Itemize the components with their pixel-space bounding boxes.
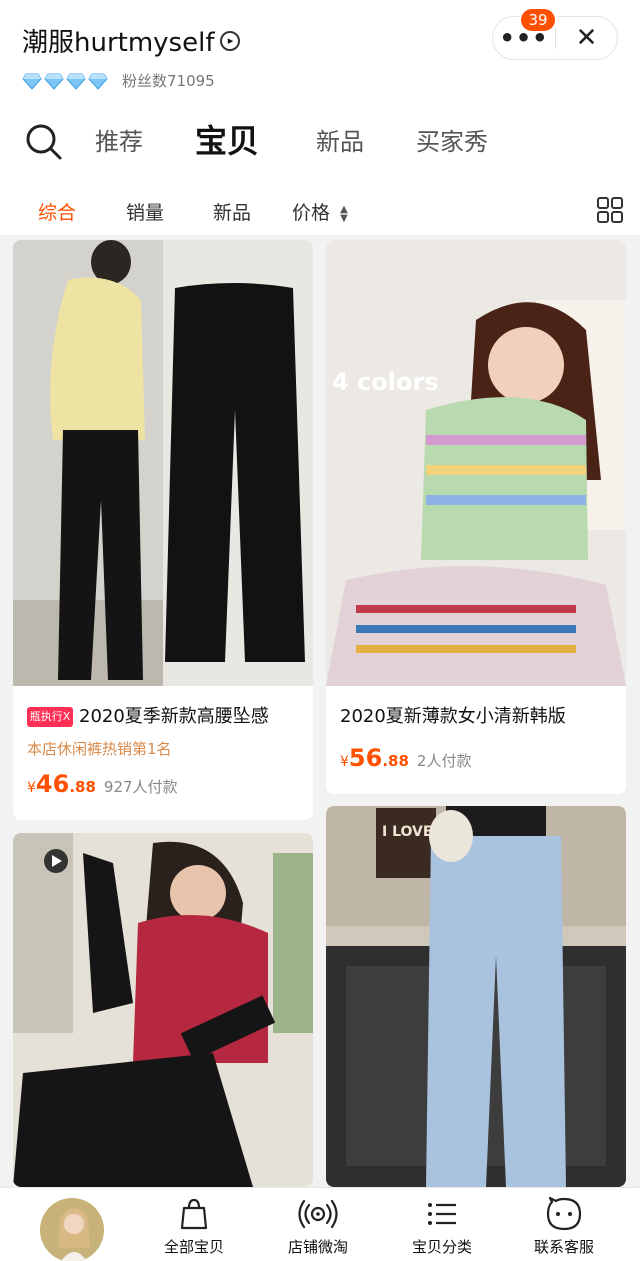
filter-sales[interactable]: 销量 [126, 198, 164, 225]
sort-arrows-icon: ▲ ▼ [340, 203, 348, 224]
notification-badge: 39 [519, 7, 557, 33]
diamond-icon [22, 73, 42, 90]
product-card[interactable]: 瓶执行X 2020夏季新款高腰坠感 本店休闲裤热销第1名 ¥46 .88 927人… [13, 240, 313, 820]
tab-buyer-show[interactable]: 买家秀 [416, 122, 488, 157]
price-integer: 46 [35, 770, 70, 798]
product-card[interactable]: I LOVE [326, 806, 626, 1187]
filter-general[interactable]: 综合 [38, 198, 76, 225]
shop-name-text: 潮服hurtmyself [22, 28, 215, 58]
product-rank-label: 本店休闲裤热销第1名 [27, 740, 172, 758]
filter-price-label: 价格 [292, 202, 331, 224]
paid-count: 927人付款 [103, 778, 178, 796]
tabbar-categories[interactable]: 宝贝分类 [382, 1196, 502, 1257]
tabbar-customer-service[interactable]: 联系客服 [504, 1196, 624, 1257]
shopping-bag-icon [180, 1198, 208, 1230]
product-image: I LOVE [326, 806, 626, 1187]
tabbar-label: 店铺微淘 [287, 1238, 348, 1256]
sort-filters: 综合 销量 新品 价格 ▲ ▼ [0, 190, 640, 230]
search-icon[interactable] [24, 122, 64, 162]
tab-recommend[interactable]: 推荐 [95, 122, 143, 157]
product-image [13, 240, 313, 686]
broadcast-icon [298, 1199, 338, 1229]
shop-header: 潮服hurtmyself ▸ 粉丝数71095 ••• ✕ 39 推荐 宝贝 新… [0, 0, 640, 235]
shop-tabs: 推荐 宝贝 新品 买家秀 [0, 112, 640, 168]
avatar-image [40, 1198, 104, 1261]
chat-bubble-icon [546, 1196, 582, 1231]
product-card[interactable] [13, 833, 313, 1187]
price-currency: ¥ [27, 780, 36, 796]
product-price-line: ¥46 .88 927人付款 [27, 770, 178, 798]
image-sign-text: I LOVE [382, 824, 432, 840]
list-icon [428, 1203, 456, 1225]
tabbar-label: 联系客服 [533, 1238, 594, 1256]
price-currency: ¥ [340, 754, 349, 770]
product-image: 4 colors [326, 240, 626, 686]
diamond-icon [44, 73, 64, 90]
bottom-tabbar: 全部宝贝 店铺微淘 宝贝分类 联系客服 [0, 1187, 640, 1261]
tabbar-label: 全部宝贝 [163, 1238, 224, 1256]
fans-count: 粉丝数71095 [122, 72, 215, 90]
filter-new[interactable]: 新品 [213, 198, 251, 225]
product-card[interactable]: 4 colors 2020夏新薄款女小清新韩版 ¥56 .88 2人付款 [326, 240, 626, 794]
product-title: 2020夏季新款高腰坠感 [79, 706, 269, 727]
product-price-line: ¥56 .88 2人付款 [340, 744, 471, 772]
price-integer: 56 [348, 744, 383, 772]
diamond-rating [22, 71, 108, 91]
diamond-icon [66, 73, 86, 90]
product-image [13, 833, 313, 1187]
tabbar-all-products[interactable]: 全部宝贝 [134, 1196, 254, 1257]
image-overlay-text: 4 colors [332, 368, 439, 396]
close-icon[interactable]: ✕ [556, 16, 617, 60]
shop-name[interactable]: 潮服hurtmyself ▸ [22, 22, 241, 59]
tab-products[interactable]: 宝贝 [195, 116, 259, 162]
chevron-right-icon: ▸ [220, 30, 241, 51]
diamond-icon [88, 73, 108, 90]
promo-tag: 瓶执行X [27, 707, 73, 727]
product-title-row: 瓶执行X 2020夏季新款高腰坠感 [27, 702, 311, 728]
tabbar-shop-feed[interactable]: 店铺微淘 [258, 1196, 378, 1257]
price-decimal: .88 [382, 752, 409, 770]
product-title: 2020夏新薄款女小清新韩版 [340, 706, 566, 727]
shop-meta: 粉丝数71095 [22, 70, 215, 91]
paid-count: 2人付款 [416, 752, 472, 770]
shop-avatar[interactable] [38, 1196, 106, 1261]
filter-price[interactable]: 价格 ▲ ▼ [292, 198, 348, 225]
grid-view-icon[interactable] [596, 196, 624, 224]
price-decimal: .88 [69, 778, 96, 796]
tabbar-label: 宝贝分类 [411, 1238, 472, 1256]
tab-new[interactable]: 新品 [316, 122, 364, 157]
